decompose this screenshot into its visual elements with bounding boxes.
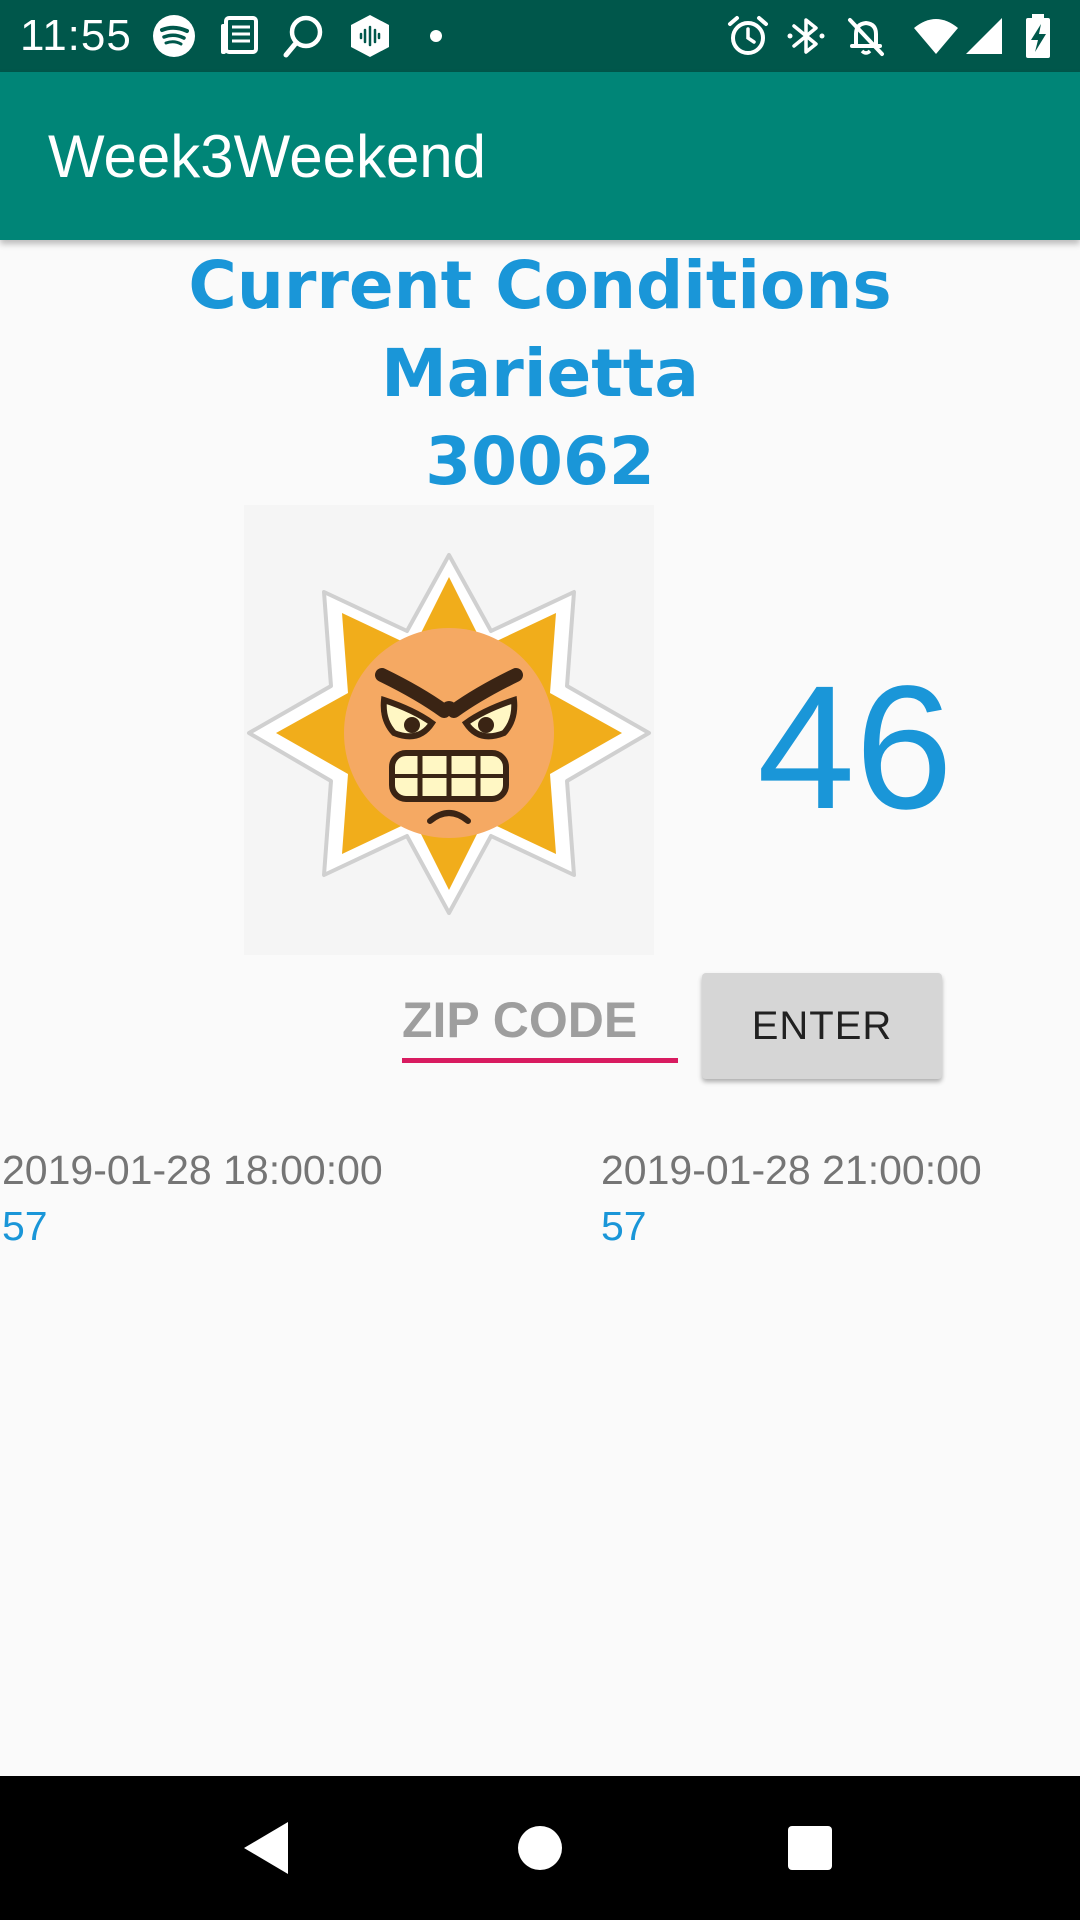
search-icon	[280, 12, 328, 60]
signal-icon	[962, 12, 1010, 60]
notifications-off-icon	[842, 12, 890, 60]
back-icon[interactable]	[232, 1812, 304, 1884]
status-time: 11:55	[20, 11, 132, 60]
forecast-item: 2019-01-28 21:00:00 57	[601, 1142, 1041, 1254]
zip-code-input[interactable]	[402, 982, 678, 1063]
home-icon[interactable]	[504, 1812, 576, 1884]
forecast-temperature: 57	[2, 1203, 48, 1249]
status-bar: 11:55	[0, 0, 1080, 72]
alarm-icon	[724, 12, 772, 60]
podcast-icon	[346, 12, 394, 60]
app-bar: Week3Weekend	[0, 72, 1080, 240]
forecast-time: 2019-01-28 18:00:00	[2, 1147, 383, 1193]
enter-button[interactable]: ENTER	[702, 973, 942, 1079]
city-name: Marietta	[381, 335, 699, 412]
current-temperature: 46	[757, 650, 953, 846]
forecast-time: 2019-01-28 21:00:00	[601, 1147, 982, 1193]
navigation-bar	[0, 1776, 1080, 1920]
conditions-title: Current Conditions	[188, 247, 892, 324]
zip-code-display: 30062	[425, 423, 655, 500]
angry-sun-icon	[244, 505, 654, 955]
battery-charging-icon	[1016, 12, 1064, 60]
dot-icon	[412, 12, 460, 60]
forecast-item: 2019-01-28 18:00:00 57	[2, 1142, 442, 1254]
bluetooth-icon	[782, 12, 830, 60]
wifi-icon	[912, 12, 960, 60]
recents-icon[interactable]	[774, 1812, 846, 1884]
current-conditions-header: Current Conditions Marietta 30062	[0, 242, 1080, 506]
app-title: Week3Weekend	[48, 123, 487, 190]
spotify-icon	[150, 12, 198, 60]
news-icon	[216, 12, 264, 60]
forecast-temperature: 57	[601, 1203, 647, 1249]
